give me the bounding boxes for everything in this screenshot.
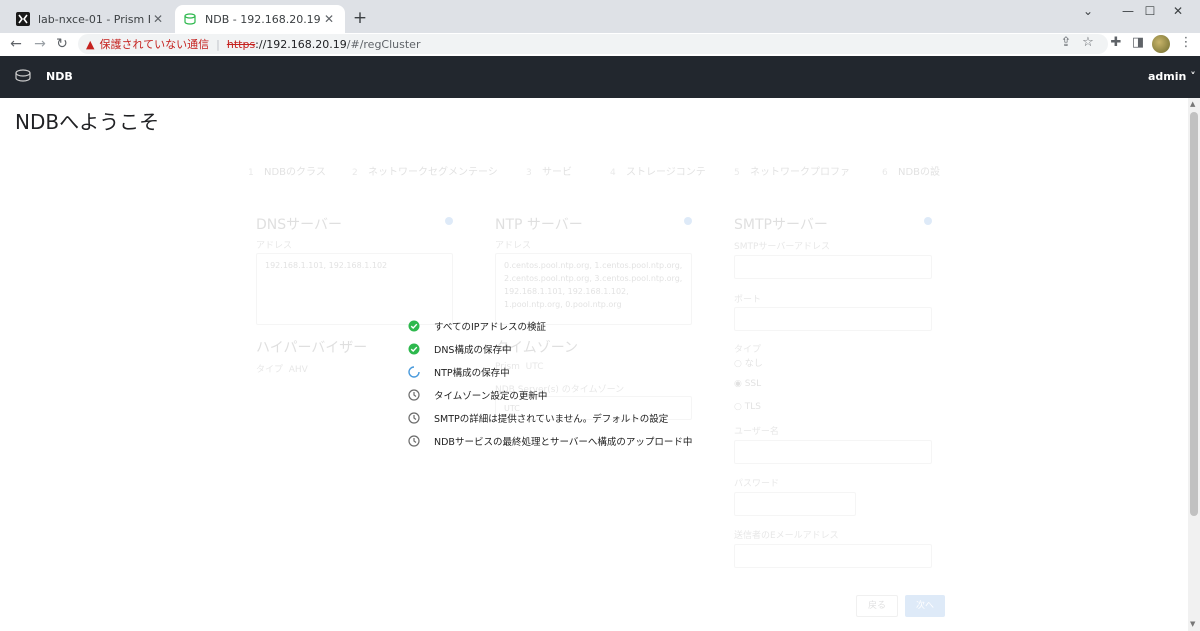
wizard-step: 4 ストレージコンテ [610, 167, 706, 178]
radio-tls[interactable]: ○ TLS [734, 402, 761, 412]
tab-title: NDB - 192.168.20.19 [205, 12, 321, 26]
url-scheme: https [226, 37, 256, 51]
smtp-address-label: SMTPサーバーアドレス [734, 242, 830, 252]
tab-close-icon[interactable]: ✕ [321, 12, 337, 26]
ndb-favicon-icon [183, 12, 197, 26]
clock-icon [408, 389, 420, 401]
side-panel-icon[interactable]: ◨ [1128, 35, 1148, 50]
scroll-up-arrow-icon[interactable]: ▲ [1190, 100, 1195, 108]
progress-item-running: NTP構成の保存中 [408, 364, 510, 380]
smtp-user-label: ユーザー名 [734, 427, 779, 437]
back-arrow-icon[interactable]: ← [6, 34, 26, 54]
wizard-step: 2 ネットワークセグメンテーシ [352, 167, 498, 178]
scrollbar-thumb[interactable] [1190, 112, 1198, 516]
app-brand: NDB [46, 70, 73, 83]
dns-address-label: アドレス [256, 241, 293, 251]
spinner-icon [408, 366, 420, 378]
smtp-port-input[interactable] [734, 307, 932, 331]
wizard-step: 6 NDBの設 [882, 167, 941, 178]
progress-item-done: すべてのIPアドレスの検証 [408, 318, 546, 334]
page-scrollbar[interactable]: ▲ ▼ [1188, 98, 1200, 631]
radio-none[interactable]: ○ なし [734, 356, 763, 369]
progress-label: すべてのIPアドレスの検証 [434, 322, 546, 333]
app-header: NDB admin ˅ [0, 56, 1200, 98]
address-bar[interactable]: ▲ 保護されていない通信 | https ://192.168.20.19 /#… [78, 34, 1108, 54]
bookmark-star-icon[interactable]: ☆ [1078, 35, 1098, 50]
back-button[interactable]: 戻る [856, 595, 898, 617]
share-icon[interactable]: ⇪ [1056, 35, 1076, 50]
progress-item-pending: SMTPの詳細は提供されていません。デフォルトの設定 [408, 410, 668, 426]
ntp-address-label: アドレス [495, 241, 532, 251]
progress-item-pending: タイムゾーン設定の更新中 [408, 387, 547, 403]
smtp-password-label: パスワード [734, 479, 780, 489]
check-circle-icon [408, 343, 420, 355]
clock-icon [408, 412, 420, 424]
reload-icon[interactable]: ↻ [52, 34, 72, 54]
progress-item-pending: NDBサービスの最終処理とサーバーへ構成のアップロード中 [408, 433, 692, 449]
browser-tab-strip: lab-nxce-01 - Prism Element ✕ NDB - 192.… [0, 0, 1200, 33]
progress-label: タイムゾーン設定の更新中 [434, 391, 548, 402]
close-window-button[interactable]: ✕ [1156, 0, 1200, 22]
tab-close-icon[interactable]: ✕ [150, 12, 166, 26]
wizard-step: 5 ネットワークプロファ [734, 167, 850, 178]
progress-label: DNS構成の保存中 [434, 345, 512, 356]
smtp-address-input[interactable] [734, 255, 932, 279]
dns-address-input[interactable]: 192.168.1.101, 192.168.1.102 [256, 253, 453, 325]
radio-ssl[interactable]: ◉ SSL [734, 379, 761, 389]
registration-wizard: 1 NDBのクラス 2 ネットワークセグメンテーシ 3 サービ 4 ストレージコンテ 5… [0, 98, 1188, 631]
insecure-warning[interactable]: 保護されていない通信 [99, 36, 209, 52]
profile-avatar[interactable] [1152, 35, 1170, 53]
smtp-sender-label: 送信者のEメールアドレス [734, 531, 839, 541]
info-icon [445, 217, 453, 225]
progress-item-done: DNS構成の保存中 [408, 341, 511, 357]
smtp-password-input[interactable] [734, 492, 856, 516]
check-circle-icon [408, 320, 420, 332]
new-tab-button[interactable]: + [350, 8, 370, 28]
chevron-down-icon[interactable]: ⌄ [1066, 0, 1110, 22]
scroll-down-arrow-icon[interactable]: ▼ [1190, 620, 1195, 628]
wizard-step: 3 サービ [526, 167, 572, 178]
forward-arrow-icon[interactable]: → [30, 34, 50, 54]
ndb-logo-icon [15, 69, 31, 82]
tab-ndb[interactable]: NDB - 192.168.20.19 ✕ [175, 5, 345, 33]
extensions-icon[interactable]: ✚ [1106, 35, 1126, 50]
dns-heading: DNSサーバー [256, 217, 342, 233]
smtp-sender-input[interactable] [734, 544, 932, 568]
progress-label: NDBサービスの最終処理とサーバーへ構成のアップロード中 [434, 437, 693, 448]
smtp-port-label: ポート [734, 295, 762, 305]
user-menu[interactable]: admin ˅ [1148, 70, 1196, 83]
next-button[interactable]: 次へ [905, 595, 945, 617]
warning-icon: ▲ [86, 37, 95, 51]
tab-title: lab-nxce-01 - Prism Element [38, 12, 150, 26]
url-path: /#/regCluster [346, 37, 421, 51]
smtp-type-label: タイプ [734, 345, 762, 355]
smtp-user-input[interactable] [734, 440, 932, 464]
hypervisor-type-label: タイプ AHV [256, 365, 308, 375]
main-page: NDBへようこそ 1 NDBのクラス 2 ネットワークセグメンテーシ 3 サービ 4ス… [0, 98, 1188, 631]
progress-label: NTP構成の保存中 [434, 368, 510, 379]
ntp-address-input[interactable]: 0.centos.pool.ntp.org, 1.centos.pool.ntp… [495, 253, 692, 325]
clock-icon [408, 435, 420, 447]
nutanix-favicon-icon [16, 12, 30, 26]
ntp-heading: NTP サーバー [495, 217, 583, 233]
menu-kebab-icon[interactable]: ⋮ [1176, 35, 1196, 50]
hypervisor-heading: ハイパーバイザー [256, 340, 368, 356]
progress-label: SMTPの詳細は提供されていません。デフォルトの設定 [434, 414, 669, 425]
tab-prism-element[interactable]: lab-nxce-01 - Prism Element ✕ [8, 5, 174, 33]
info-icon [684, 217, 692, 225]
smtp-heading: SMTPサーバー [734, 217, 828, 233]
divider: | [216, 37, 220, 51]
url-host: ://192.168.20.19 [255, 37, 347, 51]
info-icon [924, 217, 932, 225]
wizard-step: 1 NDBのクラス [248, 167, 326, 178]
browser-toolbar: ← → ↻ ▲ 保護されていない通信 | https ://192.168.20… [0, 33, 1200, 56]
